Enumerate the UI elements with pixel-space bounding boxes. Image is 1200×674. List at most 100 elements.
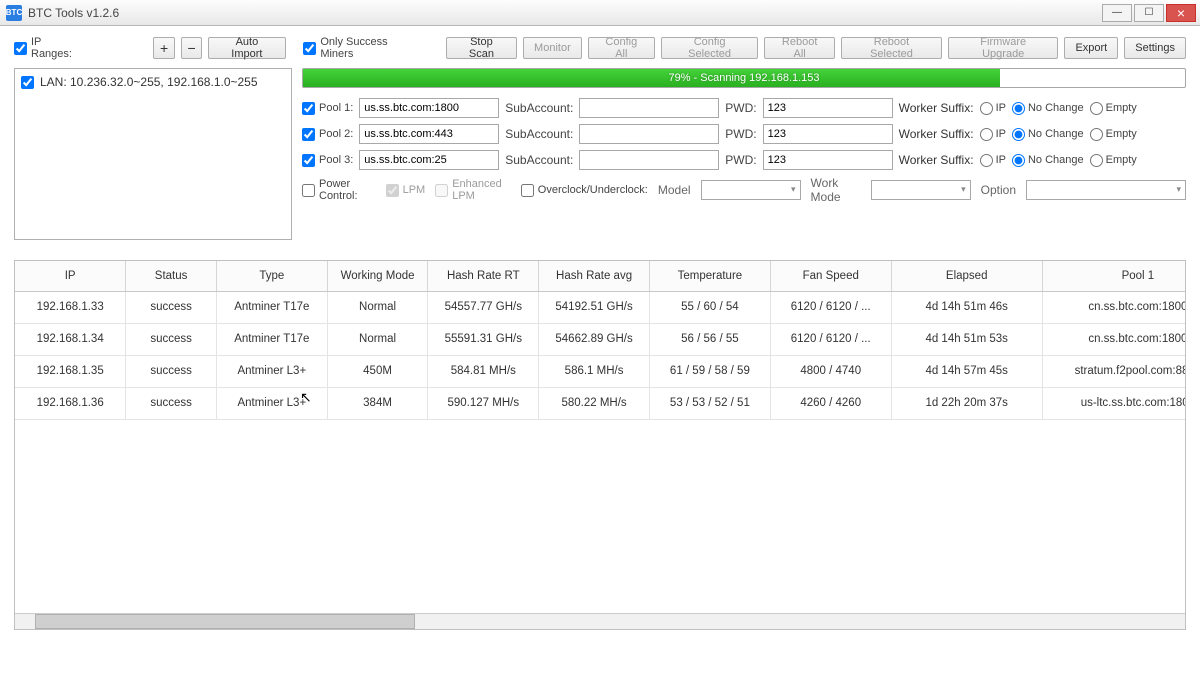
ip-ranges-checkbox[interactable]: IP Ranges: xyxy=(14,36,83,60)
maximize-button[interactable]: ☐ xyxy=(1134,4,1164,22)
overclock-checkbox[interactable]: Overclock/Underclock: xyxy=(521,184,648,197)
col-hashrt[interactable]: Hash Rate RT xyxy=(428,261,539,291)
pool1-url-input[interactable] xyxy=(359,98,499,118)
col-fan[interactable]: Fan Speed xyxy=(770,261,891,291)
pool1-suffix-nochange[interactable]: No Change xyxy=(1012,102,1084,115)
window-title: BTC Tools v1.2.6 xyxy=(28,6,1102,20)
cell-type: Antminer T17e xyxy=(216,291,327,323)
cell-ip: 192.168.1.34 xyxy=(15,323,126,355)
table-row[interactable]: 192.168.1.36successAntminer L3+384M590.1… xyxy=(15,387,1186,419)
only-success-checkbox[interactable]: Only Success Miners xyxy=(303,36,420,60)
close-button[interactable]: × xyxy=(1166,4,1196,22)
pool3-suffix-nochange[interactable]: No Change xyxy=(1012,154,1084,167)
pool2-pwd-input[interactable] xyxy=(763,124,893,144)
pool2-checkbox[interactable]: Pool 2: xyxy=(302,128,353,141)
ip-range-item-checkbox[interactable] xyxy=(21,76,34,89)
cell-status: success xyxy=(126,323,217,355)
pool1-sub-input[interactable] xyxy=(579,98,719,118)
cell-mode: Normal xyxy=(327,323,428,355)
workmode-select[interactable] xyxy=(871,180,971,200)
table-row[interactable]: 192.168.1.34successAntminer T17eNormal55… xyxy=(15,323,1186,355)
ip-range-item[interactable]: LAN: 10.236.32.0~255, 192.168.1.0~255 xyxy=(21,75,285,89)
col-ip[interactable]: IP xyxy=(15,261,126,291)
enhanced-lpm-checkbox[interactable]: Enhanced LPM xyxy=(435,178,511,202)
power-row: Power Control: LPM Enhanced LPM Overcloc… xyxy=(302,176,1186,204)
pool3-suffix-ip[interactable]: IP xyxy=(980,154,1006,167)
reboot-selected-button[interactable]: Reboot Selected xyxy=(841,37,942,59)
table-row[interactable]: 192.168.1.33successAntminer T17eNormal54… xyxy=(15,291,1186,323)
col-temp[interactable]: Temperature xyxy=(649,261,770,291)
pool3-pwd-input[interactable] xyxy=(763,150,893,170)
col-type[interactable]: Type xyxy=(216,261,327,291)
cell-mode: 384M xyxy=(327,387,428,419)
cell-pool1: stratum.f2pool.com:8888 xyxy=(1042,355,1186,387)
ip-ranges-panel: LAN: 10.236.32.0~255, 192.168.1.0~255 xyxy=(14,68,292,240)
pool3-suffix-empty[interactable]: Empty xyxy=(1090,154,1137,167)
cell-temp: 56 / 56 / 55 xyxy=(649,323,770,355)
pool2-suffix-empty[interactable]: Empty xyxy=(1090,128,1137,141)
cell-mode: Normal xyxy=(327,291,428,323)
col-elapsed[interactable]: Elapsed xyxy=(891,261,1042,291)
pool2-suffix-ip[interactable]: IP xyxy=(980,128,1006,141)
model-label: Model xyxy=(658,183,691,197)
col-mode[interactable]: Working Mode xyxy=(327,261,428,291)
pool1-checkbox[interactable]: Pool 1: xyxy=(302,102,353,115)
cell-ip: 192.168.1.36 xyxy=(15,387,126,419)
pool1-pwd-input[interactable] xyxy=(763,98,893,118)
cell-avg: 580.22 MH/s xyxy=(539,387,650,419)
config-all-button[interactable]: Config All xyxy=(588,37,655,59)
pool3-sub-input[interactable] xyxy=(579,150,719,170)
power-control-checkbox[interactable]: Power Control: xyxy=(302,178,376,202)
pool1-pwd-label: PWD: xyxy=(725,101,756,115)
model-select[interactable] xyxy=(701,180,801,200)
col-status[interactable]: Status xyxy=(126,261,217,291)
cell-rt: 55591.31 GH/s xyxy=(428,323,539,355)
cell-temp: 55 / 60 / 54 xyxy=(649,291,770,323)
reboot-all-button[interactable]: Reboot All xyxy=(764,37,835,59)
scan-progress: 79% - Scanning 192.168.1.153 xyxy=(302,68,1186,88)
pool1-suffix-empty[interactable]: Empty xyxy=(1090,102,1137,115)
cell-elapsed: 1d 22h 20m 37s xyxy=(891,387,1042,419)
config-selected-button[interactable]: Config Selected xyxy=(661,37,758,59)
cell-rt: 584.81 MH/s xyxy=(428,355,539,387)
col-pool1[interactable]: Pool 1 xyxy=(1042,261,1186,291)
toolbar: IP Ranges: + − Auto Import Only Success … xyxy=(14,36,1186,60)
pool3-checkbox[interactable]: Pool 3: xyxy=(302,154,353,167)
pool3-row: Pool 3: SubAccount: PWD: Worker Suffix: … xyxy=(302,150,1186,170)
cell-elapsed: 4d 14h 51m 46s xyxy=(891,291,1042,323)
monitor-button[interactable]: Monitor xyxy=(523,37,582,59)
auto-import-button[interactable]: Auto Import xyxy=(208,37,285,59)
option-select[interactable] xyxy=(1026,180,1186,200)
remove-range-button[interactable]: − xyxy=(181,37,202,59)
pool3-url-input[interactable] xyxy=(359,150,499,170)
pool2-url-input[interactable] xyxy=(359,124,499,144)
settings-button[interactable]: Settings xyxy=(1124,37,1186,59)
add-range-button[interactable]: + xyxy=(153,37,174,59)
export-button[interactable]: Export xyxy=(1064,37,1118,59)
miners-table: IP Status Type Working Mode Hash Rate RT… xyxy=(14,260,1186,630)
cell-fan: 6120 / 6120 / ... xyxy=(770,291,891,323)
cell-avg: 586.1 MH/s xyxy=(539,355,650,387)
minimize-button[interactable]: — xyxy=(1102,4,1132,22)
cell-rt: 54557.77 GH/s xyxy=(428,291,539,323)
cell-pool1: cn.ss.btc.com:1800 xyxy=(1042,323,1186,355)
pool1-suffix-label: Worker Suffix: xyxy=(899,101,974,115)
cell-status: success xyxy=(126,291,217,323)
cell-fan: 4260 / 4260 xyxy=(770,387,891,419)
cell-rt: 590.127 MH/s xyxy=(428,387,539,419)
cell-type: Antminer T17e xyxy=(216,323,327,355)
cell-mode: 450M xyxy=(327,355,428,387)
cell-pool1: cn.ss.btc.com:1800 xyxy=(1042,291,1186,323)
workmode-label: Work Mode xyxy=(811,176,861,204)
pool2-suffix-nochange[interactable]: No Change xyxy=(1012,128,1084,141)
pool2-sub-input[interactable] xyxy=(579,124,719,144)
pool1-suffix-ip[interactable]: IP xyxy=(980,102,1006,115)
firmware-upgrade-button[interactable]: Firmware Upgrade xyxy=(948,37,1058,59)
scrollbar-thumb[interactable] xyxy=(35,614,415,629)
pool2-pwd-label: PWD: xyxy=(725,127,756,141)
stop-scan-button[interactable]: Stop Scan xyxy=(446,37,517,59)
col-hashavg[interactable]: Hash Rate avg xyxy=(539,261,650,291)
lpm-checkbox[interactable]: LPM xyxy=(386,184,426,197)
table-row[interactable]: 192.168.1.35successAntminer L3+450M584.8… xyxy=(15,355,1186,387)
horizontal-scrollbar[interactable] xyxy=(15,613,1185,629)
